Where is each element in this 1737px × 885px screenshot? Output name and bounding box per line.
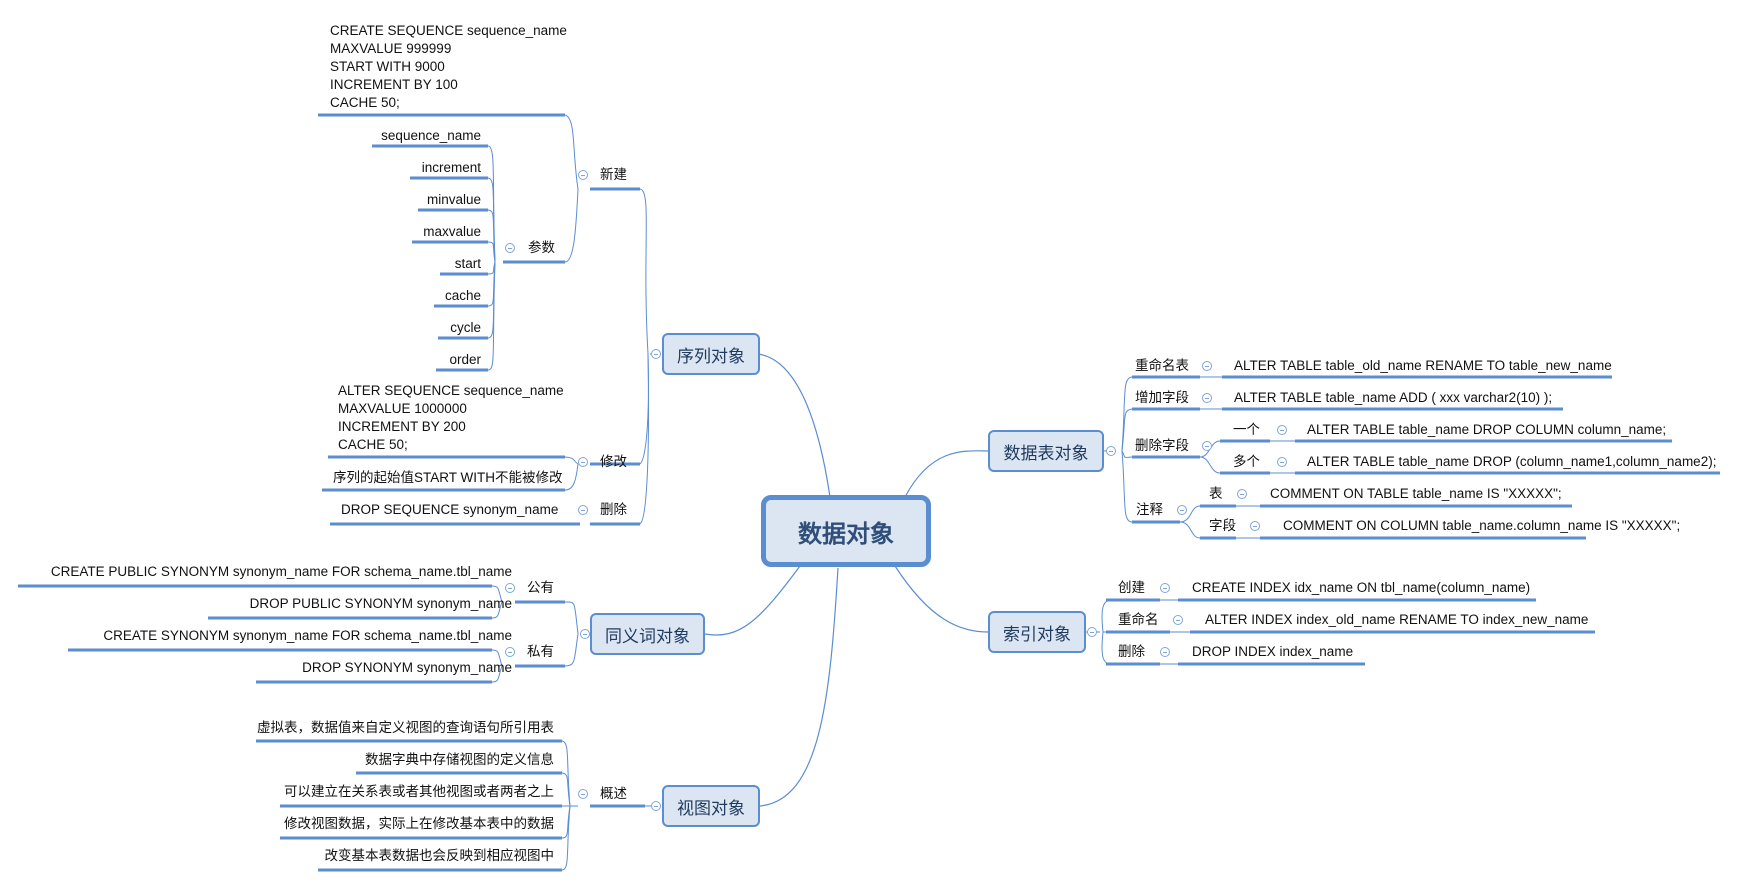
node-sequence-drop[interactable]: 删除 <box>600 501 627 519</box>
node-drop-one[interactable]: 一个 <box>1233 421 1260 439</box>
node-drop-sequence-sql[interactable]: DROP SEQUENCE synonym_name <box>341 501 558 519</box>
node-sequence-params[interactable]: 参数 <box>528 239 555 257</box>
node-alter-sequence-sql[interactable]: ALTER SEQUENCE sequence_name MAXVALUE 10… <box>338 382 564 454</box>
topic-sequence[interactable]: 序列对象 <box>662 333 760 375</box>
node-comment-table[interactable]: 表 <box>1209 485 1223 503</box>
node-view-overview[interactable]: 概述 <box>600 785 627 803</box>
connector-lines <box>18 113 1720 872</box>
collapse-icon[interactable] <box>578 505 588 515</box>
node-param[interactable]: cache <box>445 287 481 305</box>
node-drop-many[interactable]: 多个 <box>1233 453 1260 471</box>
node-view-item[interactable]: 数据字典中存储视图的定义信息 <box>365 751 554 769</box>
collapse-icon[interactable] <box>1106 446 1116 456</box>
node-index-rename-sql[interactable]: ALTER INDEX index_old_name RENAME TO ind… <box>1205 611 1588 629</box>
collapse-icon[interactable] <box>1160 583 1170 593</box>
collapse-icon[interactable] <box>1160 647 1170 657</box>
connector-central-view <box>759 567 839 807</box>
node-index-drop-sql[interactable]: DROP INDEX index_name <box>1192 643 1353 661</box>
node-drop-many-sql[interactable]: ALTER TABLE table_name DROP (column_name… <box>1307 453 1716 471</box>
node-param[interactable]: increment <box>422 159 481 177</box>
node-view-item[interactable]: 改变基本表数据也会反映到相应视图中 <box>325 847 555 865</box>
collapse-icon[interactable] <box>505 583 515 593</box>
topic-table[interactable]: 数据表对象 <box>988 430 1104 472</box>
collapse-icon[interactable] <box>505 647 515 657</box>
node-index-rename[interactable]: 重命名 <box>1118 611 1159 629</box>
connector-central-index <box>894 565 989 633</box>
collapse-icon[interactable] <box>1202 393 1212 403</box>
collapse-icon[interactable] <box>1177 505 1187 515</box>
node-synonym-private[interactable]: 私有 <box>527 643 554 661</box>
collapse-icon[interactable] <box>578 457 588 467</box>
node-comment-table-sql[interactable]: COMMENT ON TABLE table_name IS "XXXXX"; <box>1270 485 1562 503</box>
collapse-icon[interactable] <box>505 243 515 253</box>
node-param[interactable]: cycle <box>450 319 481 337</box>
connector-central-sequence <box>757 353 831 498</box>
collapse-icon[interactable] <box>1277 457 1287 467</box>
topic-view[interactable]: 视图对象 <box>662 785 760 827</box>
collapse-icon[interactable] <box>1277 425 1287 435</box>
node-synonym-public[interactable]: 公有 <box>527 579 554 597</box>
node-table-drop[interactable]: 删除字段 <box>1135 437 1189 455</box>
node-param[interactable]: start <box>455 255 481 273</box>
node-table-add-sql[interactable]: ALTER TABLE table_name ADD ( xxx varchar… <box>1234 389 1552 407</box>
collapse-icon[interactable] <box>578 789 588 799</box>
collapse-icon[interactable] <box>1237 489 1247 499</box>
node-index-create-sql[interactable]: CREATE INDEX idx_name ON tbl_name(column… <box>1192 579 1530 597</box>
collapse-icon[interactable] <box>1202 441 1212 451</box>
central-topic[interactable]: 数据对象 <box>761 495 931 567</box>
connector-central-table <box>904 450 989 498</box>
node-sequence-alter[interactable]: 修改 <box>600 453 627 471</box>
node-comment-column-sql[interactable]: COMMENT ON COLUMN table_name.column_name… <box>1283 517 1680 535</box>
node-param[interactable]: maxvalue <box>423 223 481 241</box>
collapse-icon[interactable] <box>1202 361 1212 371</box>
node-drop-one-sql[interactable]: ALTER TABLE table_name DROP COLUMN colum… <box>1307 421 1666 439</box>
node-param[interactable]: order <box>449 351 481 369</box>
node-index-drop[interactable]: 删除 <box>1118 643 1145 661</box>
node-create-sequence-sql[interactable]: CREATE SEQUENCE sequence_name MAXVALUE 9… <box>330 22 567 112</box>
node-alter-note[interactable]: 序列的起始值START WITH不能被修改 <box>333 469 563 487</box>
node-table-rename-sql[interactable]: ALTER TABLE table_old_name RENAME TO tab… <box>1234 357 1612 375</box>
topic-index[interactable]: 索引对象 <box>988 611 1086 653</box>
collapse-icon[interactable] <box>578 170 588 180</box>
node-param[interactable]: minvalue <box>427 191 481 209</box>
node-sequence-create[interactable]: 新建 <box>600 166 627 184</box>
node-synonym-sql[interactable]: CREATE SYNONYM synonym_name FOR schema_n… <box>103 627 512 645</box>
topic-synonym[interactable]: 同义词对象 <box>590 613 705 655</box>
node-table-add[interactable]: 增加字段 <box>1135 389 1189 407</box>
collapse-icon[interactable] <box>580 629 590 639</box>
node-param[interactable]: sequence_name <box>381 127 481 145</box>
node-view-item[interactable]: 虚拟表，数据值来自定义视图的查询语句所引用表 <box>257 719 554 737</box>
collapse-icon[interactable] <box>1087 627 1097 637</box>
node-index-create[interactable]: 创建 <box>1118 579 1145 597</box>
node-synonym-sql[interactable]: DROP SYNONYM synonym_name <box>302 659 512 677</box>
collapse-icon[interactable] <box>1250 521 1260 531</box>
connector-central-synonym <box>704 565 801 636</box>
node-view-item[interactable]: 可以建立在关系表或者其他视图或者两者之上 <box>284 783 554 801</box>
node-table-rename[interactable]: 重命名表 <box>1135 357 1189 375</box>
collapse-icon[interactable] <box>651 801 661 811</box>
node-table-comment[interactable]: 注释 <box>1136 501 1163 519</box>
collapse-icon[interactable] <box>651 349 661 359</box>
node-synonym-sql[interactable]: CREATE PUBLIC SYNONYM synonym_name FOR s… <box>51 563 512 581</box>
node-view-item[interactable]: 修改视图数据，实际上在修改基本表中的数据 <box>284 815 554 833</box>
collapse-icon[interactable] <box>1173 615 1183 625</box>
node-synonym-sql[interactable]: DROP PUBLIC SYNONYM synonym_name <box>250 595 512 613</box>
node-comment-column[interactable]: 字段 <box>1209 517 1236 535</box>
